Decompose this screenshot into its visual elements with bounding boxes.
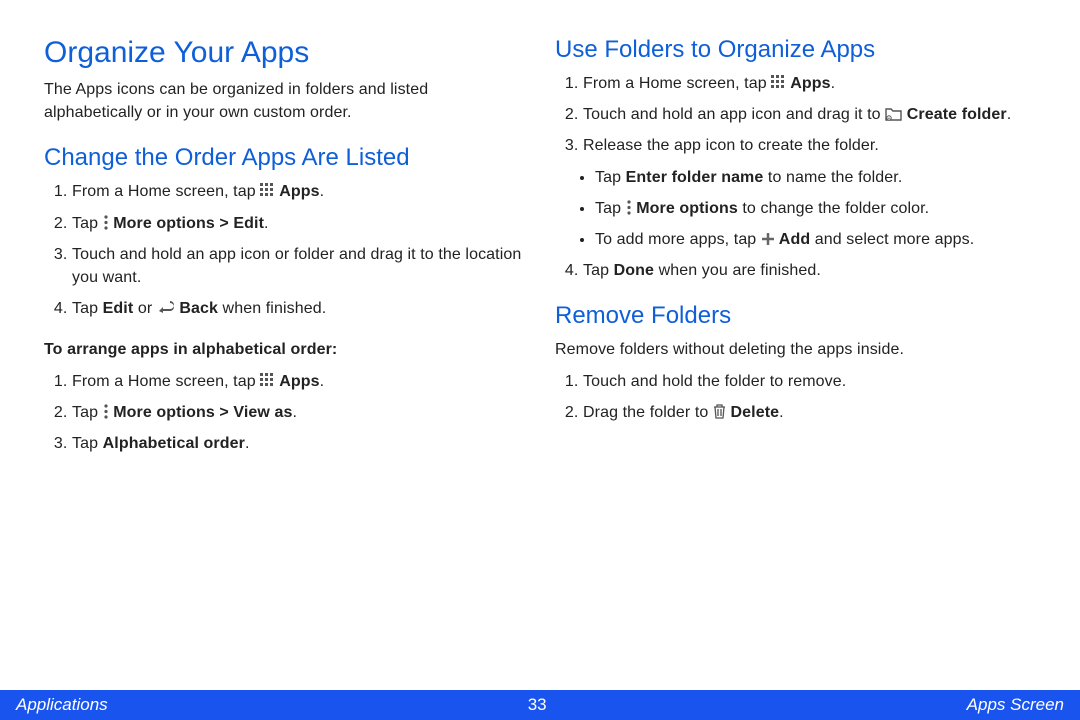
svg-text:+: + bbox=[888, 116, 891, 121]
list-item: Drag the folder to Delete. bbox=[583, 401, 1036, 424]
list-item: Tap More options > Edit. bbox=[72, 212, 525, 235]
steps-list: Touch and hold the folder to remove. Dra… bbox=[555, 370, 1036, 424]
list-item: To add more apps, tap Add and select mor… bbox=[595, 228, 1036, 251]
intro-text: The Apps icons can be organized in folde… bbox=[44, 78, 525, 124]
delete-trash-icon bbox=[713, 403, 726, 419]
apps-grid-icon bbox=[771, 75, 786, 90]
list-item: Touch and hold an app icon or folder and… bbox=[72, 243, 525, 289]
apps-grid-icon bbox=[260, 183, 275, 198]
section-heading: Change the Order Apps Are Listed bbox=[44, 144, 525, 172]
intro-text: Remove folders without deleting the apps… bbox=[555, 338, 1036, 361]
list-item: Touch and hold an app icon and drag it t… bbox=[583, 103, 1036, 126]
steps-list: From a Home screen, tap Apps. Tap More o… bbox=[44, 180, 525, 320]
page-title: Organize Your Apps bbox=[44, 36, 525, 70]
list-item: From a Home screen, tap Apps. bbox=[72, 180, 525, 203]
list-item: Tap Done when you are finished. bbox=[583, 259, 1036, 282]
right-column: Use Folders to Organize Apps From a Home… bbox=[555, 36, 1036, 463]
back-icon bbox=[157, 300, 175, 315]
list-item: Tap Alphabetical order. bbox=[72, 432, 525, 455]
steps-list: Tap Done when you are finished. bbox=[555, 259, 1036, 282]
list-item: Tap More options > View as. bbox=[72, 401, 525, 424]
list-item: Tap Edit or Back when finished. bbox=[72, 297, 525, 320]
list-item: From a Home screen, tap Apps. bbox=[72, 370, 525, 393]
bullet-list: Tap Enter folder name to name the folder… bbox=[555, 166, 1036, 252]
apps-grid-icon bbox=[260, 373, 275, 388]
section-heading: Use Folders to Organize Apps bbox=[555, 36, 1036, 64]
list-item: Tap More options to change the folder co… bbox=[595, 197, 1036, 220]
subheading: To arrange apps in alphabetical order: bbox=[44, 338, 525, 361]
list-item: Tap Enter folder name to name the folder… bbox=[595, 166, 1036, 189]
plus-icon bbox=[761, 232, 775, 246]
left-column: Organize Your Apps The Apps icons can be… bbox=[44, 36, 525, 463]
footer-left: Applications bbox=[16, 695, 108, 715]
page-footer: Applications 33 Apps Screen bbox=[0, 690, 1080, 720]
footer-right: Apps Screen bbox=[967, 695, 1064, 715]
steps-list: From a Home screen, tap Apps. Tap More o… bbox=[44, 370, 525, 456]
list-item: Release the app icon to create the folde… bbox=[583, 134, 1036, 157]
steps-list: From a Home screen, tap Apps. Touch and … bbox=[555, 72, 1036, 158]
list-item: From a Home screen, tap Apps. bbox=[583, 72, 1036, 95]
page-number: 33 bbox=[528, 695, 547, 715]
list-item: Touch and hold the folder to remove. bbox=[583, 370, 1036, 393]
section-heading: Remove Folders bbox=[555, 302, 1036, 330]
create-folder-icon: + bbox=[885, 107, 902, 121]
